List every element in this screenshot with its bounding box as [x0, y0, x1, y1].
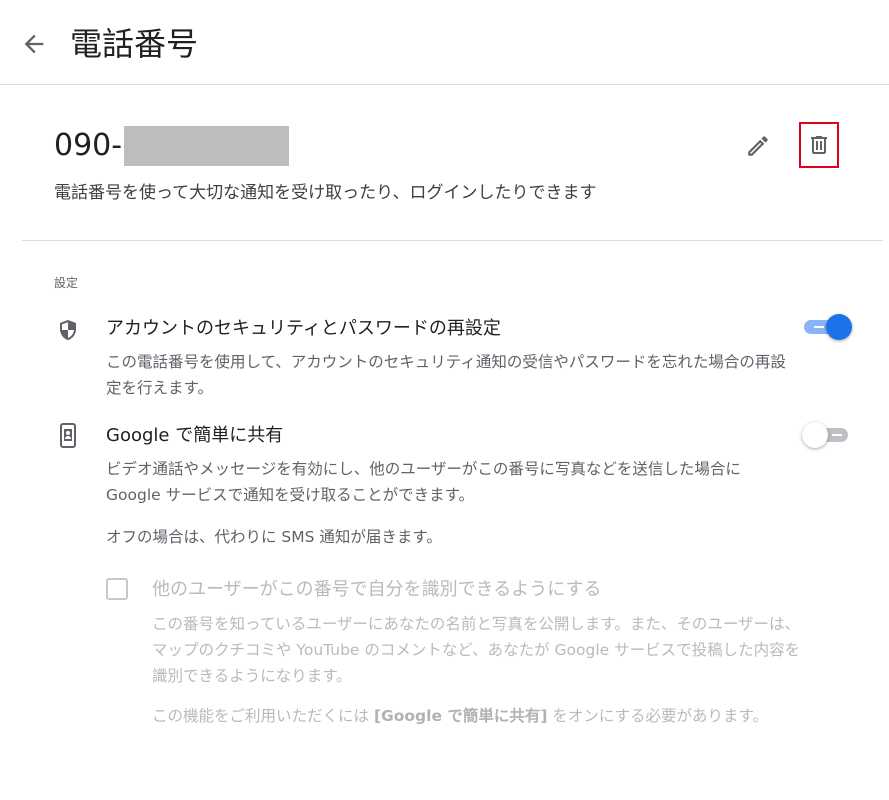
setting-desc-security: この電話番号を使用して、アカウントのセキュリティ通知の受信やパスワードを忘れた場…	[106, 353, 786, 397]
edit-button[interactable]	[743, 131, 773, 161]
back-button[interactable]	[20, 30, 48, 58]
setting-desc-google-share: ビデオ通話やメッセージを有効にし、他のユーザーがこの番号に写真などを送信した場合…	[106, 460, 741, 504]
requirement-text-before: この機能をご利用いただくには	[152, 707, 374, 725]
toggle-dash	[814, 326, 824, 328]
requirement-setting-name: [Google で簡単に共有]	[373, 707, 548, 725]
pencil-icon	[748, 136, 768, 156]
app-header: 電話番号	[0, 0, 889, 85]
setting-note-sms: オフの場合は、代わりに SMS 通知が届きます。	[106, 528, 442, 546]
section-label-settings: 設定	[54, 276, 79, 290]
divider	[22, 240, 883, 241]
phone-description: 電話番号を使って大切な通知を受け取ったり、ログインしたりできます	[54, 183, 597, 203]
toggle-security[interactable]	[802, 313, 852, 341]
page-title: 電話番号	[70, 25, 199, 63]
delete-button[interactable]	[799, 122, 839, 168]
phone-number-prefix: 090-	[54, 128, 123, 163]
toggle-google-share[interactable]	[802, 421, 852, 449]
toggle-dash	[832, 434, 842, 436]
discoverability-checkbox[interactable]	[106, 578, 128, 600]
phone-share-icon	[56, 423, 80, 448]
toggle-thumb	[802, 422, 828, 448]
toggle-thumb	[826, 314, 852, 340]
trash-icon	[811, 136, 827, 154]
discoverability-description: この番号を知っているユーザーにあなたの名前と写真を公開します。また、そのユーザー…	[152, 615, 801, 685]
setting-title-google-share: Google で簡単に共有	[106, 425, 284, 446]
requirement-text-after: をオンにする必要があります。	[547, 707, 768, 725]
phone-number: 090-	[54, 126, 290, 166]
arrow-back-icon	[24, 34, 44, 54]
setting-title-security: アカウントのセキュリティとパスワードの再設定	[106, 318, 501, 339]
phone-number-redacted	[124, 126, 290, 166]
discoverability-title: 他のユーザーがこの番号で自分を識別できるようにする	[152, 579, 602, 600]
shield-icon	[56, 318, 80, 342]
discoverability-requirement: この機能をご利用いただくには [Google で簡単に共有] をオンにする必要が…	[152, 703, 807, 729]
